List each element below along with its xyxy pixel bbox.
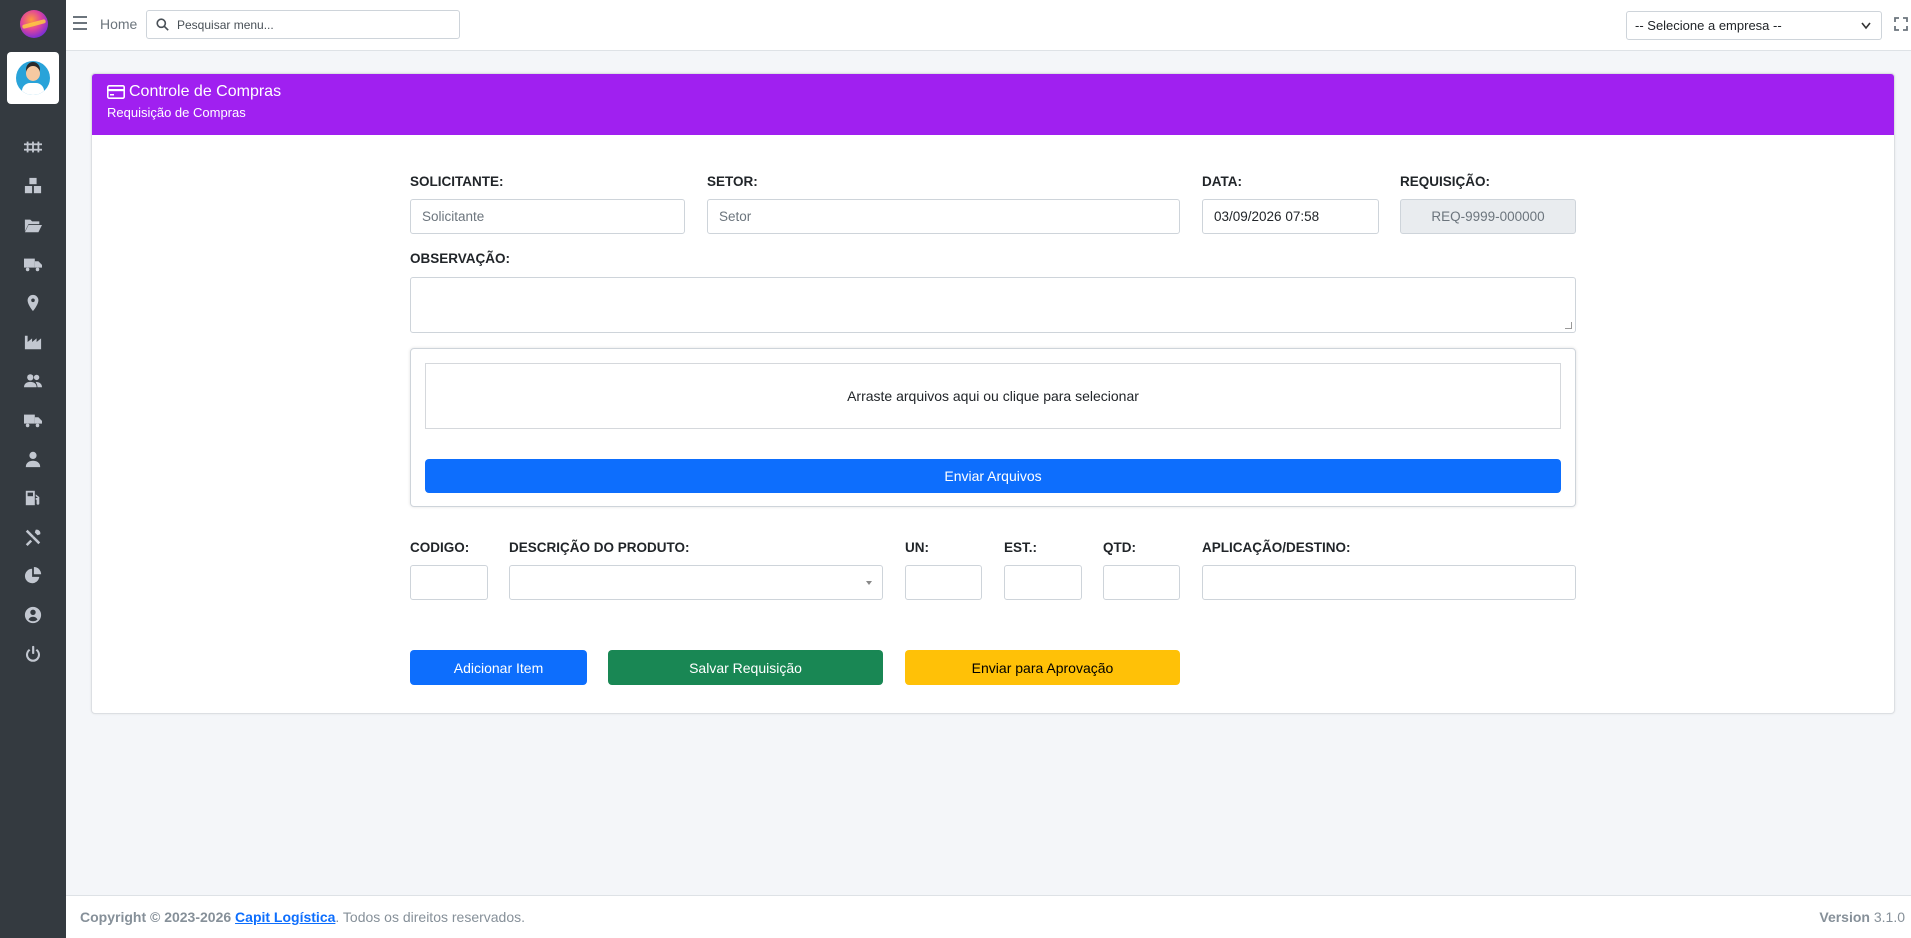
data-label: DATA: <box>1202 174 1242 189</box>
codigo-field[interactable] <box>410 565 488 600</box>
setor-field[interactable]: Setor <box>707 199 1180 234</box>
sidebar-item-users[interactable] <box>0 361 66 400</box>
sidebar-item-locations[interactable] <box>0 283 66 322</box>
copyright-text: Copyright © 2023-2026 <box>80 909 232 925</box>
solicitante-label: SOLICITANTE: <box>410 174 504 189</box>
fullscreen-icon[interactable] <box>1894 17 1908 31</box>
qtd-label: QTD: <box>1103 540 1136 555</box>
search-input[interactable] <box>177 15 447 35</box>
version-label: Version <box>1819 909 1870 925</box>
save-requisition-button[interactable]: Salvar Requisição <box>608 650 883 685</box>
send-files-button[interactable]: Enviar Arquivos <box>425 459 1561 493</box>
upload-panel: Arraste arquivos aqui ou clique para sel… <box>410 348 1576 507</box>
sidebar-item-shipping[interactable] <box>0 244 66 283</box>
sidebar-item-profile[interactable] <box>0 595 66 634</box>
card-subtitle: Requisição de Compras <box>107 105 246 120</box>
aplicacao-label: APLICAÇÃO/DESTINO: <box>1202 540 1351 555</box>
users-icon <box>24 373 42 387</box>
sidebar-item-rail[interactable] <box>0 127 66 166</box>
est-label: EST.: <box>1004 540 1038 555</box>
un-field[interactable] <box>905 565 982 600</box>
descricao-label: DESCRIÇÃO DO PRODUTO: <box>509 540 690 555</box>
sidebar-item-fleet[interactable] <box>0 400 66 439</box>
version-number: 3.1.0 <box>1873 909 1905 925</box>
card-header: Controle de Compras Requisição de Compra… <box>92 74 1894 135</box>
send-approval-button[interactable]: Enviar para Aprovação <box>905 650 1180 685</box>
search-box[interactable] <box>146 10 460 39</box>
resize-handle[interactable] <box>1565 322 1572 329</box>
sidebar-item-fuel[interactable] <box>0 478 66 517</box>
brand-logo[interactable] <box>20 10 48 38</box>
search-icon <box>156 18 169 31</box>
footer-copyright: Copyright © 2023-2026 Capit Logística. T… <box>80 909 525 925</box>
data-field[interactable]: 03/09/2026 07:58 <box>1202 199 1379 234</box>
sidebar-item-drivers[interactable] <box>0 439 66 478</box>
industry-icon <box>24 335 42 349</box>
menu-toggle-icon[interactable] <box>73 16 87 32</box>
aplicacao-field[interactable] <box>1202 565 1576 600</box>
truck-icon <box>24 414 42 427</box>
solicitante-field[interactable]: Solicitante <box>410 199 685 234</box>
observacao-textarea[interactable] <box>410 277 1576 333</box>
sidebar <box>0 0 66 938</box>
descricao-select[interactable] <box>509 565 883 600</box>
sidebar-nav <box>0 127 66 673</box>
credit-card-icon <box>107 85 125 99</box>
truck-loading-icon <box>24 258 42 271</box>
observacao-label: OBSERVAÇÃO: <box>410 251 511 266</box>
footer-version: Version 3.1.0 <box>1819 909 1905 925</box>
user-icon <box>25 451 41 467</box>
un-label: UN: <box>905 540 929 555</box>
sidebar-item-reports[interactable] <box>0 556 66 595</box>
requisicao-field: REQ-9999-000000 <box>1400 199 1576 234</box>
rights-text: . Todos os direitos reservados. <box>335 909 526 925</box>
card-title-text: Controle de Compras <box>129 83 282 100</box>
user-avatar-box[interactable] <box>7 52 59 104</box>
requisicao-label: REQUISIÇÃO: <box>1400 174 1491 189</box>
footer: Copyright © 2023-2026 Capit Logística. T… <box>66 895 1911 938</box>
codigo-label: CODIGO: <box>410 540 470 555</box>
add-item-button[interactable]: Adicionar Item <box>410 650 587 685</box>
map-marker-icon <box>27 294 39 311</box>
folder-open-icon <box>24 219 42 232</box>
company-select-value: -- Selecione a empresa -- <box>1635 18 1782 33</box>
caret-down-icon <box>866 581 872 585</box>
avatar <box>16 61 50 95</box>
tools-icon <box>25 529 41 546</box>
user-circle-icon <box>24 606 42 623</box>
sidebar-item-files[interactable] <box>0 205 66 244</box>
home-link[interactable]: Home <box>100 16 137 32</box>
gas-pump-icon <box>25 490 40 505</box>
est-field[interactable] <box>1004 565 1082 600</box>
file-dropzone[interactable]: Arraste arquivos aqui ou clique para sel… <box>425 363 1561 429</box>
chevron-down-icon <box>1861 22 1871 30</box>
rail-track-icon <box>24 141 42 152</box>
boxes-icon <box>24 177 42 193</box>
card-title: Controle de Compras <box>107 83 281 101</box>
sidebar-item-inventory[interactable] <box>0 166 66 205</box>
power-off-icon <box>25 645 41 662</box>
sidebar-item-logout[interactable] <box>0 634 66 673</box>
company-select[interactable]: -- Selecione a empresa -- <box>1626 11 1882 40</box>
sidebar-item-maintenance[interactable] <box>0 517 66 556</box>
chart-pie-icon <box>24 566 42 583</box>
purchase-requisition-card: Controle de Compras Requisição de Compra… <box>91 73 1895 714</box>
company-link[interactable]: Capit Logística <box>235 909 335 925</box>
sidebar-item-industry[interactable] <box>0 322 66 361</box>
qtd-field[interactable] <box>1103 565 1180 600</box>
top-navbar: Home -- Selecione a empresa -- <box>66 0 1911 51</box>
setor-label: SETOR: <box>707 174 758 189</box>
